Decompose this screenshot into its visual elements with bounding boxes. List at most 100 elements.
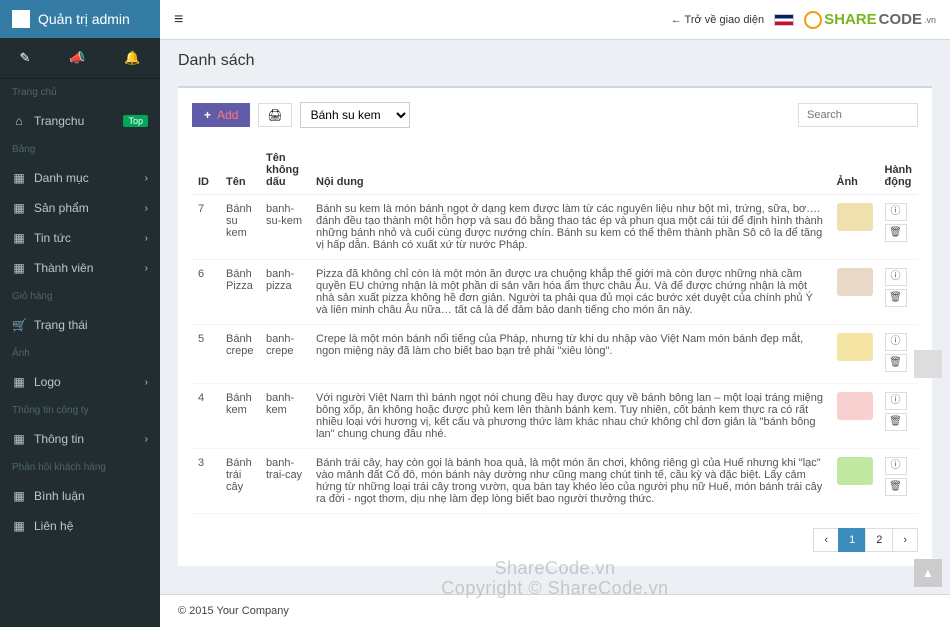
cell-image xyxy=(831,195,879,260)
sidebar-item-sanpham[interactable]: ▦ Sản phẩm › xyxy=(0,193,160,223)
content-box: +Add 🖨 Bánh su kem ID Tên Tên không dấu … xyxy=(178,86,932,566)
sidebar-item-trangthai[interactable]: 🛒Trạng thái xyxy=(0,310,160,340)
table-row: 3Bánh trái câybanh-trai-cayBánh trái cây… xyxy=(192,449,918,514)
th-hanhdong: Hành động xyxy=(879,146,919,195)
table-icon: ▦ xyxy=(12,171,26,185)
cell-content: Pizza đã không chỉ còn là một món ăn đượ… xyxy=(310,260,831,325)
sidebar-item-binhluan[interactable]: ▦ Bình luận xyxy=(0,481,160,511)
cell-slug: banh-kem xyxy=(260,384,310,449)
plus-icon: + xyxy=(204,108,211,122)
thumbnail xyxy=(837,333,873,361)
cell-id: 4 xyxy=(192,384,220,449)
sidebar-item-logo[interactable]: ▦Logo › xyxy=(0,367,160,397)
sidebar-item-label: Tin tức xyxy=(34,231,71,245)
thumbnail xyxy=(837,268,873,296)
th-id: ID xyxy=(192,146,220,195)
info-button[interactable]: ⓘ xyxy=(885,392,907,410)
cell-ten: Bánh kem xyxy=(220,384,260,449)
page-next[interactable]: › xyxy=(892,528,918,552)
print-icon: 🖨 xyxy=(267,108,282,122)
sidebar-item-lienhe[interactable]: ▦Liên hệ xyxy=(0,511,160,541)
menu-header-thongtin: Thông tin công ty xyxy=(0,397,160,424)
back-to-site-link[interactable]: ← Trở về giao diện xyxy=(671,14,764,26)
info-button[interactable]: ⓘ xyxy=(885,203,907,221)
main: ≡ ← Trở về giao diện SHARECODE.vn Danh s… xyxy=(160,0,950,627)
cell-actions: ⓘ🗑 xyxy=(879,260,919,325)
table-row: 4Bánh kembanh-kemVới người Việt Nam thì … xyxy=(192,384,918,449)
cell-id: 6 xyxy=(192,260,220,325)
hamburger-icon[interactable]: ≡ xyxy=(174,11,183,29)
sidebar-item-label: Logo xyxy=(34,375,61,389)
info-button[interactable]: ⓘ xyxy=(885,457,907,475)
brand: Quản trị admin xyxy=(0,0,160,38)
cell-content: Crepe là một món bánh nổi tiếng của Pháp… xyxy=(310,325,831,384)
sidebar-item-label: Sản phẩm xyxy=(34,201,89,215)
sidebar-item-danhmuc[interactable]: ▦Danh mục › xyxy=(0,163,160,193)
chevron-right-icon: › xyxy=(145,434,148,445)
sidebar-toolbar: ✎ 📣 🔔 xyxy=(0,38,160,79)
sidebar: Quản trị admin ✎ 📣 🔔 Trang chủ ⌂Trangchu… xyxy=(0,0,160,627)
data-table: ID Tên Tên không dấu Nội dung Ảnh Hành đ… xyxy=(192,146,918,514)
flag-uk-icon[interactable] xyxy=(774,14,794,26)
bell-icon[interactable]: 🔔 xyxy=(124,50,140,66)
sidebar-item-thongtin[interactable]: ▦Thông tin › xyxy=(0,424,160,454)
menu-header-anh: Ảnh xyxy=(0,340,160,367)
chevron-right-icon: › xyxy=(145,263,148,274)
delete-button[interactable]: 🗑 xyxy=(885,289,907,307)
table-row: 7Bánh su kembanh-su-kemBánh su kem là mó… xyxy=(192,195,918,260)
sharecode-logo: SHARECODE.vn xyxy=(804,11,936,29)
info-button[interactable]: ⓘ xyxy=(885,333,907,351)
scroll-top-button[interactable]: ▲ xyxy=(914,559,942,587)
table-icon: ▦ xyxy=(12,375,26,389)
table-row: 5Bánh crepebanh-crepeCrepe là một món bá… xyxy=(192,325,918,384)
sidebar-item-label: Trangchu xyxy=(34,114,84,128)
topbar: ≡ ← Trở về giao diện SHARECODE.vn xyxy=(160,0,950,40)
th-noidung: Nội dung xyxy=(310,146,831,195)
cell-content: Với người Việt Nam thì bánh ngọt nói chu… xyxy=(310,384,831,449)
cart-icon: 🛒 xyxy=(12,318,26,332)
chevron-right-icon: › xyxy=(145,203,148,214)
sidebar-item-label: Bình luận xyxy=(34,489,85,503)
brand-logo-icon xyxy=(12,10,30,28)
menu-header-phanhoi: Phản hồi khách hàng xyxy=(0,454,160,481)
add-button[interactable]: +Add xyxy=(192,103,250,127)
menu-header-giohang: Giỏ hàng xyxy=(0,283,160,310)
delete-button[interactable]: 🗑 xyxy=(885,478,907,496)
cell-ten: Bánh crepe xyxy=(220,325,260,384)
table-icon: ▦ xyxy=(12,489,26,503)
cell-ten: Bánh trái cây xyxy=(220,449,260,514)
side-widget[interactable] xyxy=(914,350,942,378)
table-icon: ▦ xyxy=(12,432,26,446)
cell-image xyxy=(831,325,879,384)
box-toolbar: +Add 🖨 Bánh su kem xyxy=(192,102,918,128)
pagination: ‹ 1 2 › xyxy=(192,528,918,552)
cell-ten: Bánh su kem xyxy=(220,195,260,260)
cell-id: 7 xyxy=(192,195,220,260)
delete-button[interactable]: 🗑 xyxy=(885,224,907,242)
cell-image xyxy=(831,449,879,514)
copyright: © 2015 Your Company xyxy=(178,605,289,617)
cell-actions: ⓘ🗑 xyxy=(879,195,919,260)
sidebar-item-tintuc[interactable]: ▦Tin tức › xyxy=(0,223,160,253)
info-button[interactable]: ⓘ xyxy=(885,268,907,286)
table-row: 6Bánh Pizzabanh-pizzaPizza đã không chỉ … xyxy=(192,260,918,325)
page-2[interactable]: 2 xyxy=(865,528,893,552)
page-1[interactable]: 1 xyxy=(838,528,866,552)
cell-content: Bánh trái cây, hay còn gọi là bánh hoa q… xyxy=(310,449,831,514)
cell-actions: ⓘ🗑 xyxy=(879,449,919,514)
category-select[interactable]: Bánh su kem xyxy=(300,102,410,128)
cell-slug: banh-trai-cay xyxy=(260,449,310,514)
th-ten: Tên xyxy=(220,146,260,195)
sidebar-item-trangchu[interactable]: ⌂Trangchu Top xyxy=(0,106,160,136)
wand-icon[interactable]: ✎ xyxy=(19,50,30,66)
search-input[interactable] xyxy=(798,103,918,127)
table-icon: ▦ xyxy=(12,201,26,215)
delete-button[interactable]: 🗑 xyxy=(885,354,907,372)
delete-button[interactable]: 🗑 xyxy=(885,413,907,431)
page-prev[interactable]: ‹ xyxy=(813,528,839,552)
print-button[interactable]: 🖨 xyxy=(258,103,291,127)
bullhorn-icon[interactable]: 📣 xyxy=(69,50,85,66)
cell-actions: ⓘ🗑 xyxy=(879,325,919,384)
th-slug: Tên không dấu xyxy=(260,146,310,195)
sidebar-item-thanhvien[interactable]: ▦Thành viên › xyxy=(0,253,160,283)
